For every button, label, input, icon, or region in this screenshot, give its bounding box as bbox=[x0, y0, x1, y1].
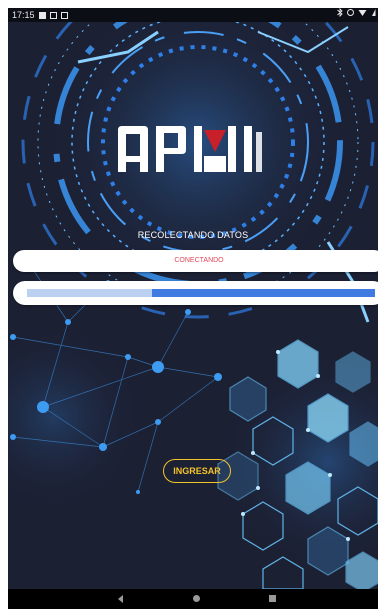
recents-icon[interactable] bbox=[269, 595, 276, 602]
wifi-icon bbox=[358, 10, 367, 16]
status-right bbox=[337, 8, 376, 17]
ingresar-button[interactable]: INGRESAR bbox=[163, 459, 231, 483]
mail-icon bbox=[60, 11, 68, 19]
progress-fill bbox=[152, 289, 375, 297]
home-icon[interactable] bbox=[193, 595, 200, 602]
back-icon[interactable] bbox=[118, 595, 123, 603]
battery-icon bbox=[372, 9, 376, 16]
navigation-bar bbox=[8, 589, 378, 609]
status-time: 17:15 bbox=[12, 10, 35, 20]
connection-status-text: CONECTANDO bbox=[174, 257, 224, 264]
bluetooth-icon bbox=[337, 8, 343, 17]
opmi-logo bbox=[118, 126, 262, 172]
app-screen: 17:15 RECOLECTANDO DATOS CONECTANDO INGR… bbox=[8, 8, 378, 609]
connection-status-box: CONECTANDO bbox=[13, 250, 378, 272]
mail-icon bbox=[49, 11, 57, 19]
image-icon bbox=[38, 11, 46, 19]
background-artwork bbox=[8, 22, 378, 589]
status-left: 17:15 bbox=[12, 8, 68, 22]
progress-container bbox=[13, 281, 378, 305]
status-bar: 17:15 bbox=[8, 8, 378, 22]
sync-icon bbox=[347, 9, 354, 16]
loading-title: RECOLECTANDO DATOS bbox=[137, 230, 249, 240]
progress-bar bbox=[27, 289, 375, 297]
